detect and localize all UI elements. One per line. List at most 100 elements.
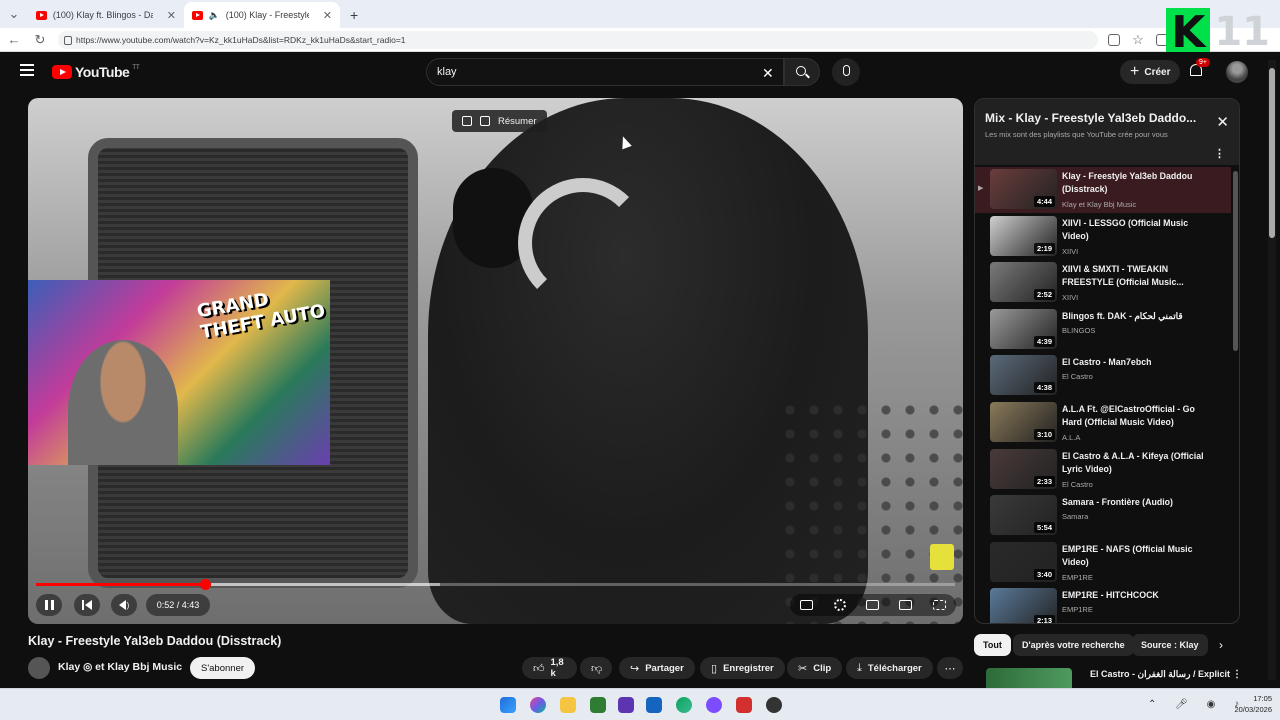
copilot-icon[interactable] — [530, 697, 546, 713]
tab-close-icon[interactable]: ✕ — [167, 9, 176, 22]
extension-icon[interactable] — [1108, 33, 1120, 46]
playlist-item-channel[interactable]: EMP1RE — [1062, 573, 1093, 582]
playlist-item-thumbnail[interactable]: 2:19 — [990, 215, 1057, 256]
playlist-title[interactable]: Mix - Klay - Freestyle Yal3eb Daddo... — [985, 111, 1205, 125]
browser-tab-2[interactable]: 🔈 (100) Klay - Freestyle Yal3eb D ✕ — [184, 2, 340, 28]
playlist-item-channel[interactable]: El Castro — [1062, 480, 1093, 489]
page-scrollbar-thumb[interactable] — [1269, 68, 1275, 238]
playlist-item-title[interactable]: El Castro & A.L.A - Kifeya (Official Lyr… — [1062, 450, 1212, 476]
chip-all[interactable]: Tout — [974, 634, 1011, 656]
video-player[interactable]: Résumer GRAND THEFT AUTO ) 0:52 / 4:43 — [28, 98, 963, 624]
playlist-item-channel[interactable]: El Castro — [1062, 372, 1093, 381]
playlist-item-channel[interactable]: BLINGOS — [1062, 326, 1095, 335]
url-field[interactable]: https://www.youtube.com/watch?v=Kz_kk1uH… — [58, 30, 1098, 49]
playlist-item-thumbnail[interactable]: 4:38 — [990, 355, 1057, 396]
channel-name[interactable]: Klay ◎ et Klay Bbj Music — [58, 661, 182, 673]
download-button[interactable]: ⤓ Télécharger — [846, 657, 933, 679]
chip-source-klay[interactable]: Source : Klay — [1132, 634, 1208, 656]
dislike-button[interactable]: 👎︎ — [580, 657, 612, 679]
playlist-item[interactable]: 2:52 XIIVI & SMXTI - TWEAKIN FREESTYLE (O… — [975, 260, 1231, 306]
playlist-item-title[interactable]: Blingos ft. DAK - قاتمني لحكام — [1062, 310, 1212, 323]
miniplayer-icon[interactable] — [865, 600, 879, 610]
like-button[interactable]: 👍︎ 1,8 k — [522, 657, 577, 679]
playlist-item-title[interactable]: Klay - Freestyle Yal3eb Daddou (Disstrac… — [1062, 170, 1212, 196]
search-button[interactable] — [784, 58, 820, 86]
tab-close-icon[interactable]: ✕ — [323, 9, 332, 22]
save-button[interactable]: ▯ Enregistrer — [700, 657, 785, 679]
edge-browser-icon[interactable] — [676, 697, 692, 713]
playlist-item[interactable]: 3:10 A.L.A Ft. @ElCastroOfficial - Go Har… — [975, 400, 1231, 446]
playlist-item[interactable]: ▶ 4:44 Klay - Freestyle Yal3eb Daddou (Dis… — [975, 167, 1231, 213]
previous-button[interactable] — [74, 594, 100, 616]
playlist-item-title[interactable]: A.L.A Ft. @ElCastroOfficial - Go Hard (O… — [1062, 403, 1212, 429]
create-button[interactable]: + Créer — [1120, 60, 1181, 84]
file-explorer-icon[interactable] — [560, 697, 576, 713]
tab-list-chevron-icon[interactable]: ⌄ — [6, 6, 22, 22]
search-input[interactable]: klay — [426, 58, 784, 86]
playlist-item-thumbnail[interactable]: 3:10 — [990, 402, 1057, 442]
resume-button[interactable]: Résumer — [452, 110, 547, 132]
playlist-item-channel[interactable]: Klay et Klay Bbj Music — [1062, 200, 1136, 209]
progress-bar[interactable] — [36, 579, 955, 590]
playlist-item-thumbnail[interactable]: 2:13 — [990, 588, 1057, 623]
settings-gear-icon[interactable] — [833, 599, 846, 611]
playlist-item[interactable]: 2:33 El Castro & A.L.A - Kifeya (Official… — [975, 447, 1231, 493]
messenger-icon[interactable] — [706, 697, 722, 713]
playlist-more-icon[interactable]: ⋮ — [1214, 147, 1225, 160]
mail-icon[interactable] — [736, 697, 752, 713]
playlist-item-channel[interactable]: XIIVI — [1062, 247, 1078, 256]
playlist-item-channel[interactable]: XIIVI — [1062, 293, 1078, 302]
clip-button[interactable]: ✂ Clip — [787, 657, 843, 679]
playlist-item[interactable]: 2:13 EMP1RE - HITCHCOCK EMP1RE — [975, 586, 1231, 623]
outlook-icon[interactable] — [646, 697, 662, 713]
playlist-item-channel[interactable]: A.L.A — [1062, 433, 1080, 442]
scrubber-knob[interactable] — [200, 579, 212, 590]
playlist-item-thumbnail[interactable]: 2:52 — [990, 262, 1057, 303]
bookmark-star-icon[interactable]: ☆ — [1130, 32, 1146, 48]
playlist-item-channel[interactable]: Samara — [1062, 512, 1088, 521]
back-arrow-icon[interactable]: ← — [6, 32, 22, 47]
system-clock[interactable]: 17:05 20/03/2026 — [1234, 693, 1272, 715]
app-icon[interactable] — [618, 697, 634, 713]
page-scrollbar[interactable] — [1268, 60, 1276, 680]
playlist-scrollbar[interactable] — [1233, 171, 1238, 351]
audio-playing-icon[interactable]: 🔈 — [209, 10, 220, 21]
system-tray-icons[interactable]: ⌃ 🎤︎ ◉ ♪ — [1148, 699, 1247, 710]
close-playlist-icon[interactable]: ✕ — [1216, 113, 1229, 131]
playlist-item-channel[interactable]: EMP1RE — [1062, 605, 1093, 614]
playlist-item-title[interactable]: EMP1RE - HITCHCOCK — [1062, 589, 1212, 602]
reload-icon[interactable]: ↻ — [32, 32, 48, 48]
pause-button[interactable] — [36, 594, 62, 616]
new-tab-icon[interactable]: + — [350, 7, 358, 23]
channel-avatar[interactable] — [28, 657, 50, 679]
more-actions-button[interactable]: ⋯ — [937, 657, 963, 679]
cast-icon[interactable] — [899, 600, 913, 610]
playlist-item-title[interactable]: XIIVI & SMXTI - TWEAKIN FREESTYLE (Offic… — [1062, 263, 1212, 289]
playlist-item[interactable]: 5:54 Samara - Frontière (Audio) Samara — [975, 493, 1231, 539]
subtitles-icon[interactable] — [800, 600, 814, 610]
playlist-item[interactable]: 2:19 XIIVI - LESSGO (Official Music Video… — [975, 214, 1231, 260]
playlist-item-title[interactable]: XIIVI - LESSGO (Official Music Video) — [1062, 217, 1212, 243]
subscribe-button[interactable]: S'abonner — [190, 657, 256, 679]
account-avatar[interactable] — [1226, 61, 1248, 83]
playlist-item-title[interactable]: Samara - Frontière (Audio) — [1062, 496, 1212, 509]
playlist-item[interactable]: 4:38 El Castro - Man7ebch El Castro — [975, 353, 1231, 399]
playlist-item-thumbnail[interactable]: 4:44 — [990, 169, 1057, 209]
hamburger-menu-icon[interactable] — [20, 64, 34, 76]
share-button[interactable]: ↪ Partager — [619, 657, 695, 679]
recommendation-more-icon[interactable]: ⋮ — [1232, 669, 1242, 680]
channel-watermark-icon[interactable] — [930, 544, 954, 570]
clear-search-icon[interactable]: ✕ — [762, 65, 774, 82]
playlist-item-title[interactable]: EMP1RE - NAFS (Official Music Video) — [1062, 543, 1212, 569]
playlist-item-thumbnail[interactable]: 2:33 — [990, 448, 1057, 489]
store-icon[interactable] — [590, 697, 606, 713]
volume-button[interactable]: ) — [111, 594, 137, 616]
youtube-logo[interactable]: YouTube TT — [52, 64, 140, 80]
playlist-item-thumbnail[interactable]: 5:54 — [990, 495, 1057, 536]
recommendation-thumbnail[interactable] — [986, 668, 1072, 688]
playlist-item-thumbnail[interactable]: 3:40 — [990, 541, 1057, 582]
playlist-item[interactable]: 4:39 Blingos ft. DAK - قاتمني لحكام BLINGO… — [975, 307, 1231, 353]
playlist-item-title[interactable]: El Castro - Man7ebch — [1062, 356, 1212, 369]
obs-icon[interactable] — [766, 697, 782, 713]
chips-next-chevron-icon[interactable]: › — [1219, 638, 1223, 652]
